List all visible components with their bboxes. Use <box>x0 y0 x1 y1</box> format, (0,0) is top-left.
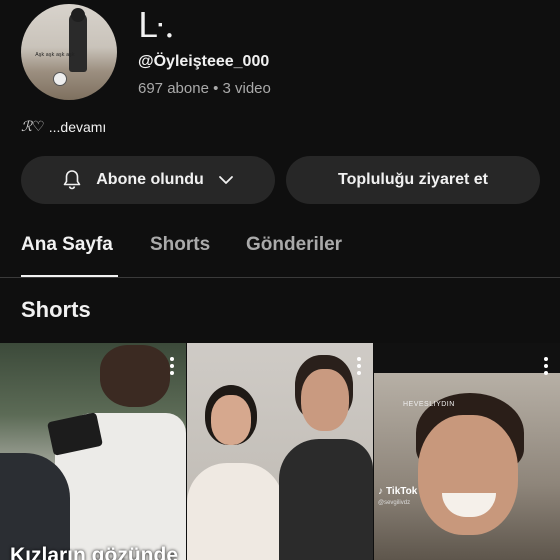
tab-posts[interactable]: Gönderiler <box>246 234 342 256</box>
tiktok-icon: ♪ <box>378 486 383 497</box>
channel-name-logo: ᒷ. <box>138 6 175 46</box>
short-thumbnail-3[interactable]: HEVESLIYDIN ♪ TikTok @sevgilivdz <box>374 343 560 560</box>
channel-stats: 697 abone • 3 video <box>138 80 271 97</box>
tabs-divider <box>0 277 560 278</box>
short-thumbnail-2[interactable] <box>187 343 373 560</box>
short-thumbnail-1[interactable]: Kızların gözünde <box>0 343 186 560</box>
tiktok-username: @sevgilivdz <box>378 500 411 506</box>
avatar-caption: Aşk aşk aşk aşk <box>35 52 75 58</box>
tab-shorts[interactable]: Shorts <box>150 234 210 256</box>
shorts-shelf: Kızların gözünde HEVESLIYDIN ♪ TikTok @s… <box>0 343 560 560</box>
subscribed-label: Abone olundu <box>96 171 204 188</box>
more-vertical-icon[interactable] <box>544 357 548 375</box>
avatar-figure-head <box>71 8 85 22</box>
subscribed-button[interactable]: Abone olundu <box>21 156 275 204</box>
thumb2-woman-face <box>211 395 251 445</box>
chevron-down-icon <box>216 170 236 190</box>
bell-icon <box>60 168 84 192</box>
channel-description[interactable]: ℛ♡ ...devamı <box>21 119 106 135</box>
more-vertical-icon[interactable] <box>357 357 361 375</box>
tiktok-watermark: ♪ TikTok <box>378 486 417 497</box>
thumb3-face <box>418 415 518 535</box>
thumb2-man-jacket <box>279 439 373 560</box>
thumb2-man-face <box>301 369 349 431</box>
short-overlay-text: Kızların gözünde <box>10 544 178 560</box>
visit-community-label: Topluluğu ziyaret et <box>338 171 488 188</box>
avatar-ball <box>53 72 67 86</box>
thumb3-top-bar <box>374 343 560 373</box>
shorts-section-title: Shorts <box>21 297 91 322</box>
channel-avatar[interactable]: Aşk aşk aşk aşk <box>21 4 117 100</box>
more-vertical-icon[interactable] <box>170 357 174 375</box>
tab-home[interactable]: Ana Sayfa <box>21 234 113 256</box>
thumb1-hair <box>100 345 170 407</box>
thumb3-top-text: HEVESLIYDIN <box>403 401 455 408</box>
channel-handle: @Öyleişteee_000 <box>138 53 270 70</box>
description-more[interactable]: ...devamı <box>49 119 107 135</box>
thumb2-woman-dress <box>187 463 283 560</box>
visit-community-button[interactable]: Topluluğu ziyaret et <box>286 156 540 204</box>
channel-tabs: Ana Sayfa Shorts Gönderiler <box>0 234 560 276</box>
description-signature: ℛ♡ <box>21 119 45 135</box>
tiktok-label: TikTok <box>386 486 418 497</box>
